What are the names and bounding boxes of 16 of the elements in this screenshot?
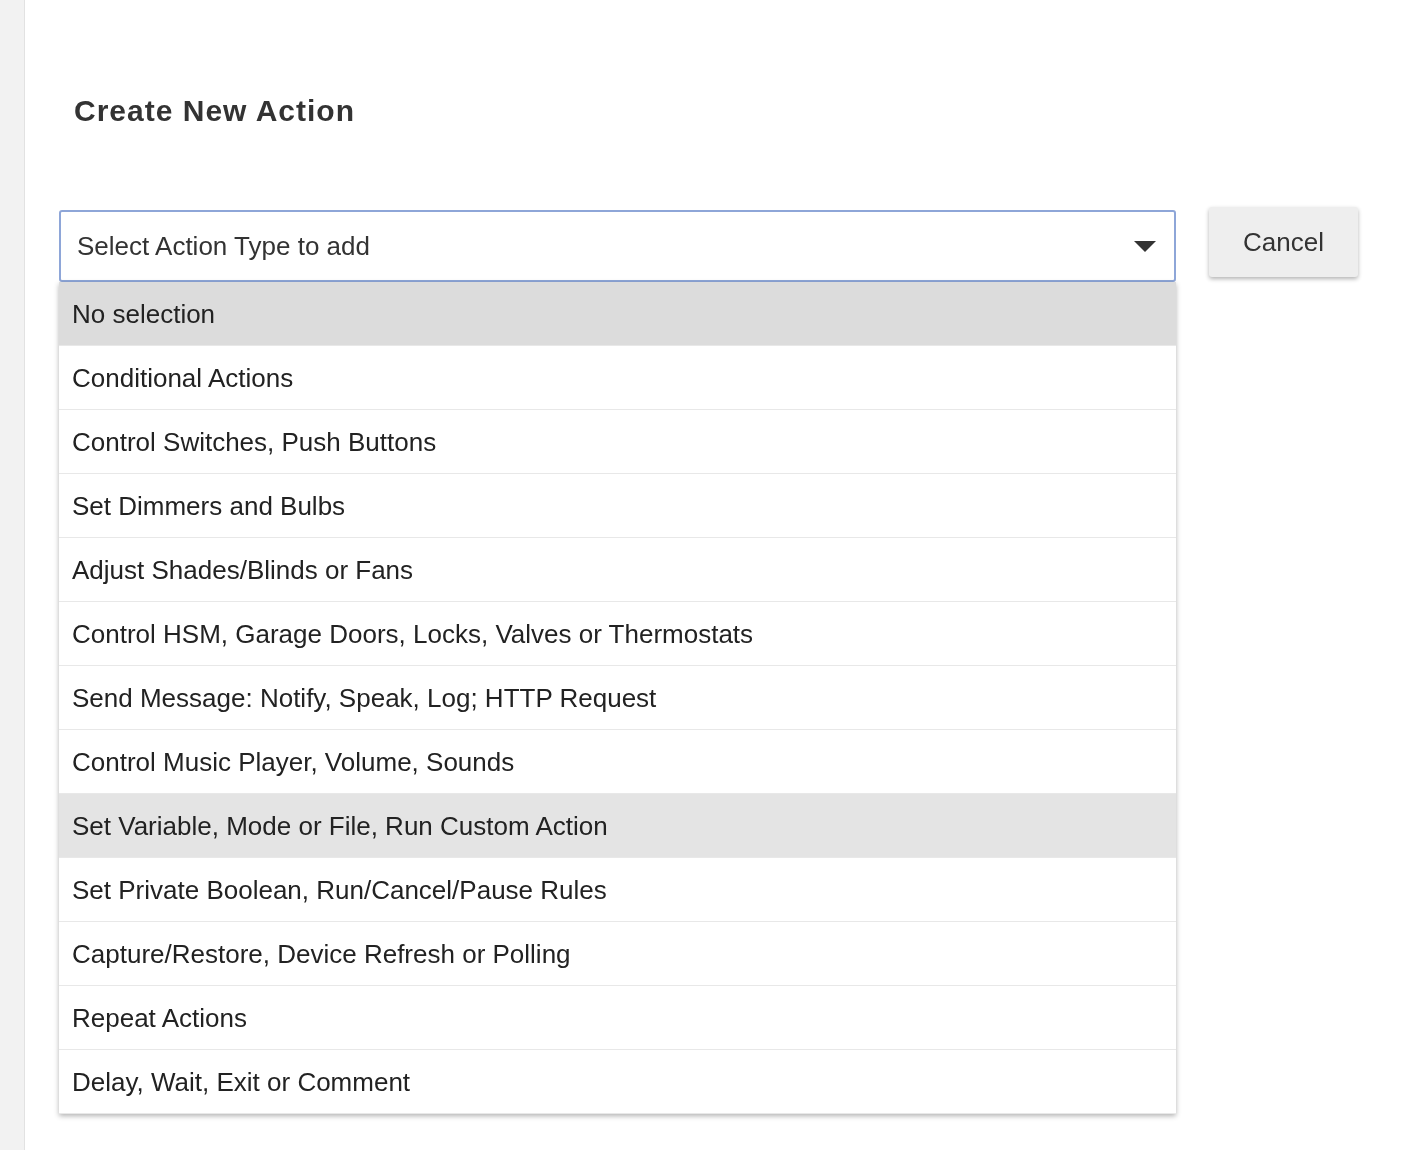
cancel-button[interactable]: Cancel <box>1209 207 1358 277</box>
dropdown-option[interactable]: Capture/Restore, Device Refresh or Polling <box>59 922 1176 986</box>
dropdown-option[interactable]: Control Switches, Push Buttons <box>59 410 1176 474</box>
dropdown-option[interactable]: Set Variable, Mode or File, Run Custom Action <box>59 794 1176 858</box>
dropdown-option[interactable]: Conditional Actions <box>59 346 1176 410</box>
dialog-title: Create New Action <box>74 93 356 129</box>
caret-icon <box>1134 240 1156 252</box>
action-type-select[interactable]: Select Action Type to add <box>59 210 1176 282</box>
dropdown-option[interactable]: Control HSM, Garage Doors, Locks, Valves or Thermostats <box>59 602 1176 666</box>
dropdown-option[interactable]: Adjust Shades/Blinds or Fans <box>59 538 1176 602</box>
dropdown-option[interactable]: Delay, Wait, Exit or Comment <box>59 1050 1176 1114</box>
dropdown-option[interactable]: Send Message: Notify, Speak, Log; HTTP Request <box>59 666 1176 730</box>
dropdown-option[interactable]: No selection <box>59 282 1176 346</box>
dropdown-option[interactable]: Repeat Actions <box>59 986 1176 1050</box>
dropdown-option[interactable]: Set Dimmers and Bulbs <box>59 474 1176 538</box>
dropdown-option[interactable]: Set Private Boolean, Run/Cancel/Pause Rules <box>59 858 1176 922</box>
